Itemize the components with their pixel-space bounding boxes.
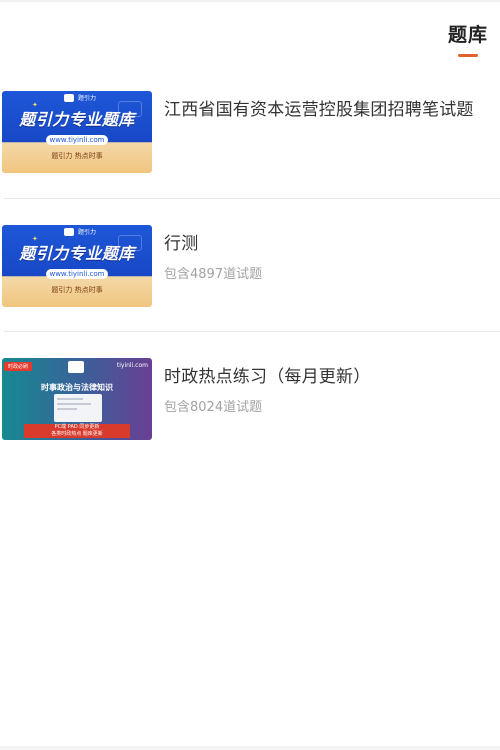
thumbnail-title: 题引力专业题库: [19, 110, 135, 129]
thumbnail-footer-line1: PC端 PAD 同步更新: [54, 424, 100, 430]
device-screen-icon: [54, 394, 102, 422]
thumbnail-url: www.tiyinli.com: [46, 135, 108, 145]
thumbnail-title: 题引力专业题库: [19, 244, 135, 263]
brand-logo-icon: [68, 361, 84, 373]
item-thumbnail: 时政必刷 tiyinli.com 时事政治与法律知识 PC端 PAD 同步更新 …: [2, 358, 152, 440]
item-title: 江西省国有资本运营控股集团招聘笔试题: [164, 100, 474, 120]
bottom-border: [0, 746, 500, 750]
item-title: 时政热点练习（每月更新）: [164, 367, 371, 387]
item-thumbnail: 题引力 ✦ 题引力专业题库 www.tiyinli.com 题引力 热点时事: [2, 91, 152, 173]
divider: [4, 198, 500, 199]
brand-logo-icon: [64, 228, 74, 236]
divider: [4, 331, 500, 332]
list-item[interactable]: 题引力 ✦ 题引力专业题库 www.tiyinli.com 题引力 热点时事 行…: [0, 222, 500, 308]
thumbnail-headline: 时事政治与法律知识: [41, 383, 113, 392]
thumbnail-footer-line2: 各类时政热点 题库更新: [51, 431, 103, 437]
list-item[interactable]: 题引力 ✦ 题引力专业题库 www.tiyinli.com 题引力 热点时事 江…: [0, 88, 500, 174]
tab-label: 题库: [447, 24, 488, 46]
item-count: 包含8024道试题: [164, 400, 263, 415]
thumbnail-site: tiyinli.com: [116, 362, 148, 369]
item-thumbnail: 题引力 ✦ 题引力专业题库 www.tiyinli.com 题引力 热点时事: [2, 225, 152, 307]
thumbnail-brand: 题引力: [78, 229, 97, 236]
top-border: [0, 0, 500, 2]
thumbnail-url: www.tiyinli.com: [46, 269, 108, 279]
brand-logo-icon: [64, 94, 74, 102]
thumbnail-brand: 题引力: [78, 95, 97, 102]
item-count: 包含4897道试题: [164, 267, 263, 282]
tab-question-bank[interactable]: 题库: [442, 20, 494, 57]
thumbnail-subtitle: 题引力 热点时事: [51, 152, 103, 160]
thumbnail-badge: 时政必刷: [4, 362, 33, 371]
thumbnail-footer: PC端 PAD 同步更新 各类时政热点 题库更新: [24, 424, 130, 438]
thumbnail-subtitle: 题引力 热点时事: [51, 286, 103, 294]
list-item[interactable]: 时政必刷 tiyinli.com 时事政治与法律知识 PC端 PAD 同步更新 …: [0, 355, 500, 441]
tab-active-indicator: [458, 54, 478, 57]
item-title: 行测: [164, 234, 199, 254]
